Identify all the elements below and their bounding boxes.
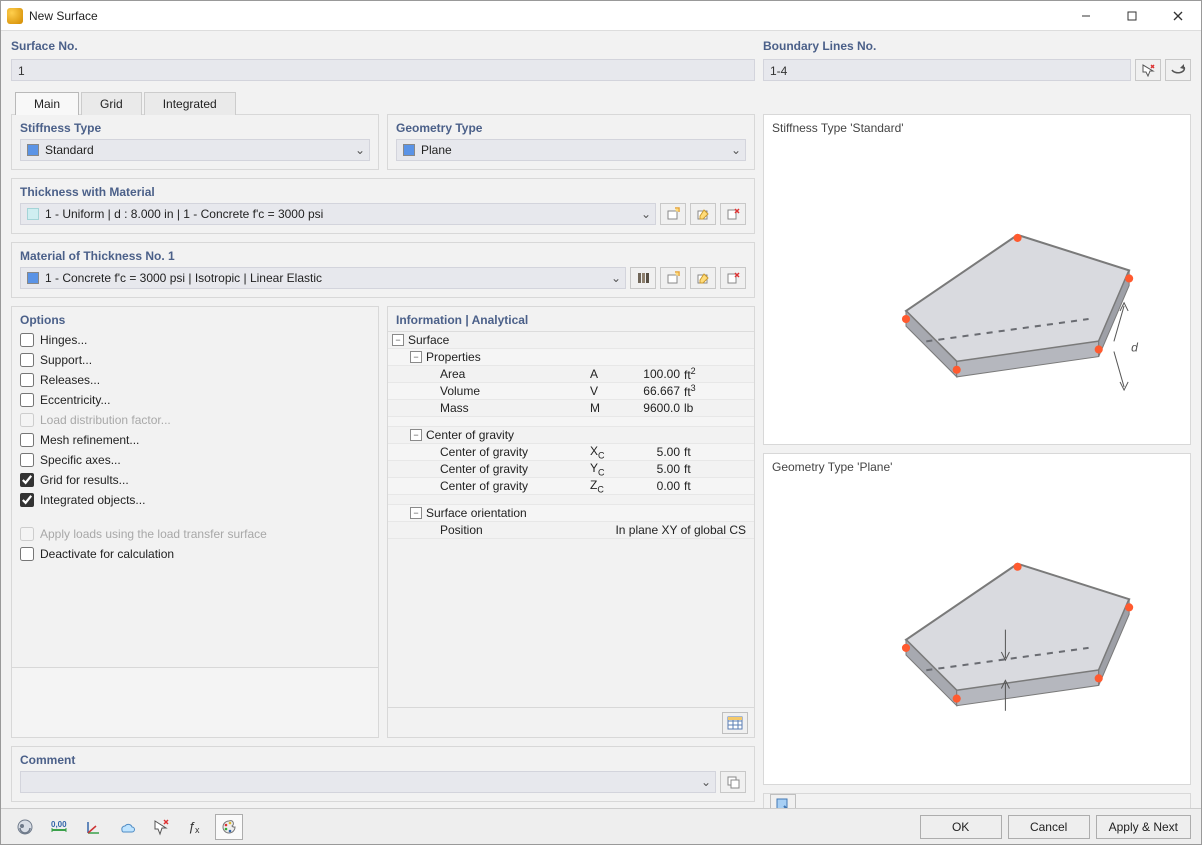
ok-button[interactable]: OK [920, 815, 1002, 839]
app-icon [7, 8, 23, 24]
surface-no-label: Surface No. [11, 39, 755, 53]
option-integrated[interactable]: Integrated objects... [20, 493, 370, 507]
reverse-button[interactable] [1165, 59, 1191, 81]
titlebar: New Surface [1, 1, 1201, 31]
option-load-dist: Load distribution factor... [20, 413, 370, 427]
material-value: 1 - Concrete f'c = 3000 psi | Isotropic … [45, 271, 607, 285]
stiffness-preview-svg: d [764, 137, 1190, 444]
surface-no-input[interactable]: 1 [11, 59, 755, 81]
preview-geometry-title: Geometry Type 'Plane' [764, 454, 1190, 476]
option-deactivate[interactable]: Deactivate for calculation [20, 547, 370, 561]
axes-button[interactable] [79, 814, 107, 840]
svg-text:d: d [1131, 340, 1139, 354]
preview-stiffness-title: Stiffness Type 'Standard' [764, 115, 1190, 137]
option-eccentricity[interactable]: Eccentricity... [20, 393, 370, 407]
option-support[interactable]: Support... [20, 353, 370, 367]
comment-panel: Comment ⌄ [11, 746, 755, 802]
maximize-button[interactable] [1109, 1, 1155, 31]
info-panel: Information | Analytical −Surface −Prope… [387, 306, 755, 738]
stiffness-type-panel: Stiffness Type Standard ⌄ [11, 114, 379, 170]
thickness-delete-button[interactable] [720, 203, 746, 225]
tab-strip: Main Grid Integrated [1, 81, 1201, 114]
comment-copy-button[interactable] [720, 771, 746, 793]
info-table-button[interactable] [722, 712, 748, 734]
geometry-type-label: Geometry Type [388, 115, 754, 139]
svg-text:0,00: 0,00 [51, 820, 67, 829]
material-swatch-icon [27, 272, 39, 284]
material-new-button[interactable] [660, 267, 686, 289]
cancel-button[interactable]: Cancel [1008, 815, 1090, 839]
options-footer [12, 667, 378, 737]
material-combo[interactable]: 1 - Concrete f'c = 3000 psi | Isotropic … [20, 267, 626, 289]
bottom-toolbar: 0,00 ƒx OK Cancel Apply & Next [1, 808, 1201, 844]
thickness-panel: Thickness with Material 1 - Uniform | d … [11, 178, 755, 234]
minimize-button[interactable] [1063, 1, 1109, 31]
thickness-edit-button[interactable] [690, 203, 716, 225]
boundary-lines-input[interactable]: 1-4 [763, 59, 1131, 81]
tree-collapse-icon[interactable]: − [392, 334, 404, 346]
chevron-down-icon: ⌄ [637, 207, 655, 221]
stiffness-type-value: Standard [45, 143, 351, 157]
tab-grid[interactable]: Grid [81, 92, 142, 115]
geometry-type-value: Plane [421, 143, 727, 157]
material-panel: Material of Thickness No. 1 1 - Concrete… [11, 242, 755, 298]
svg-text:x: x [195, 825, 200, 835]
chevron-down-icon: ⌄ [607, 271, 625, 285]
option-releases[interactable]: Releases... [20, 373, 370, 387]
pick-lines-button[interactable] [1135, 59, 1161, 81]
apply-next-button[interactable]: Apply & Next [1096, 815, 1191, 839]
units-button[interactable]: 0,00 [45, 814, 73, 840]
thickness-combo[interactable]: 1 - Uniform | d : 8.000 in | 1 - Concret… [20, 203, 656, 225]
preview-geometry: Geometry Type 'Plane' [763, 453, 1191, 784]
option-apply-loads: Apply loads using the load transfer surf… [20, 527, 370, 541]
thickness-swatch-icon [27, 208, 39, 220]
option-mesh[interactable]: Mesh refinement... [20, 433, 370, 447]
tree-collapse-icon[interactable]: − [410, 351, 422, 363]
stiffness-swatch-icon [27, 144, 39, 156]
tree-collapse-icon[interactable]: − [410, 429, 422, 441]
comment-combo[interactable]: ⌄ [20, 771, 716, 793]
info-tree[interactable]: −Surface −Properties AreaA100.00ft2 Volu… [388, 331, 754, 707]
pick-delete-button[interactable] [147, 814, 175, 840]
geometry-swatch-icon [403, 144, 415, 156]
close-button[interactable] [1155, 1, 1201, 31]
stiffness-type-combo[interactable]: Standard ⌄ [20, 139, 370, 161]
material-library-button[interactable] [630, 267, 656, 289]
help-button[interactable] [11, 814, 39, 840]
thickness-label: Thickness with Material [12, 179, 754, 203]
geometry-type-panel: Geometry Type Plane ⌄ [387, 114, 755, 170]
tree-collapse-icon[interactable]: − [410, 507, 422, 519]
chevron-down-icon: ⌄ [697, 775, 715, 789]
material-label: Material of Thickness No. 1 [12, 243, 754, 267]
options-panel: Options Hinges... Support... Releases...… [11, 306, 379, 738]
material-edit-button[interactable] [690, 267, 716, 289]
option-hinges[interactable]: Hinges... [20, 333, 370, 347]
preview-stiffness: Stiffness Type 'Standard' d [763, 114, 1191, 445]
comment-label: Comment [12, 747, 754, 771]
option-axes[interactable]: Specific axes... [20, 453, 370, 467]
info-label: Information | Analytical [388, 307, 754, 331]
thickness-new-button[interactable] [660, 203, 686, 225]
tab-main[interactable]: Main [15, 92, 79, 115]
stiffness-type-label: Stiffness Type [12, 115, 378, 139]
geometry-preview-svg [764, 476, 1190, 783]
boundary-lines-label: Boundary Lines No. [763, 39, 1191, 53]
thickness-value: 1 - Uniform | d : 8.000 in | 1 - Concret… [45, 207, 637, 221]
geometry-type-combo[interactable]: Plane ⌄ [396, 139, 746, 161]
option-grid-results[interactable]: Grid for results... [20, 473, 370, 487]
palette-button[interactable] [215, 814, 243, 840]
options-label: Options [12, 307, 378, 331]
material-delete-button[interactable] [720, 267, 746, 289]
chevron-down-icon: ⌄ [351, 143, 369, 157]
tab-integrated[interactable]: Integrated [144, 92, 236, 115]
window-title: New Surface [29, 9, 98, 23]
script-button[interactable]: ƒx [181, 814, 209, 840]
cloud-button[interactable] [113, 814, 141, 840]
chevron-down-icon: ⌄ [727, 143, 745, 157]
